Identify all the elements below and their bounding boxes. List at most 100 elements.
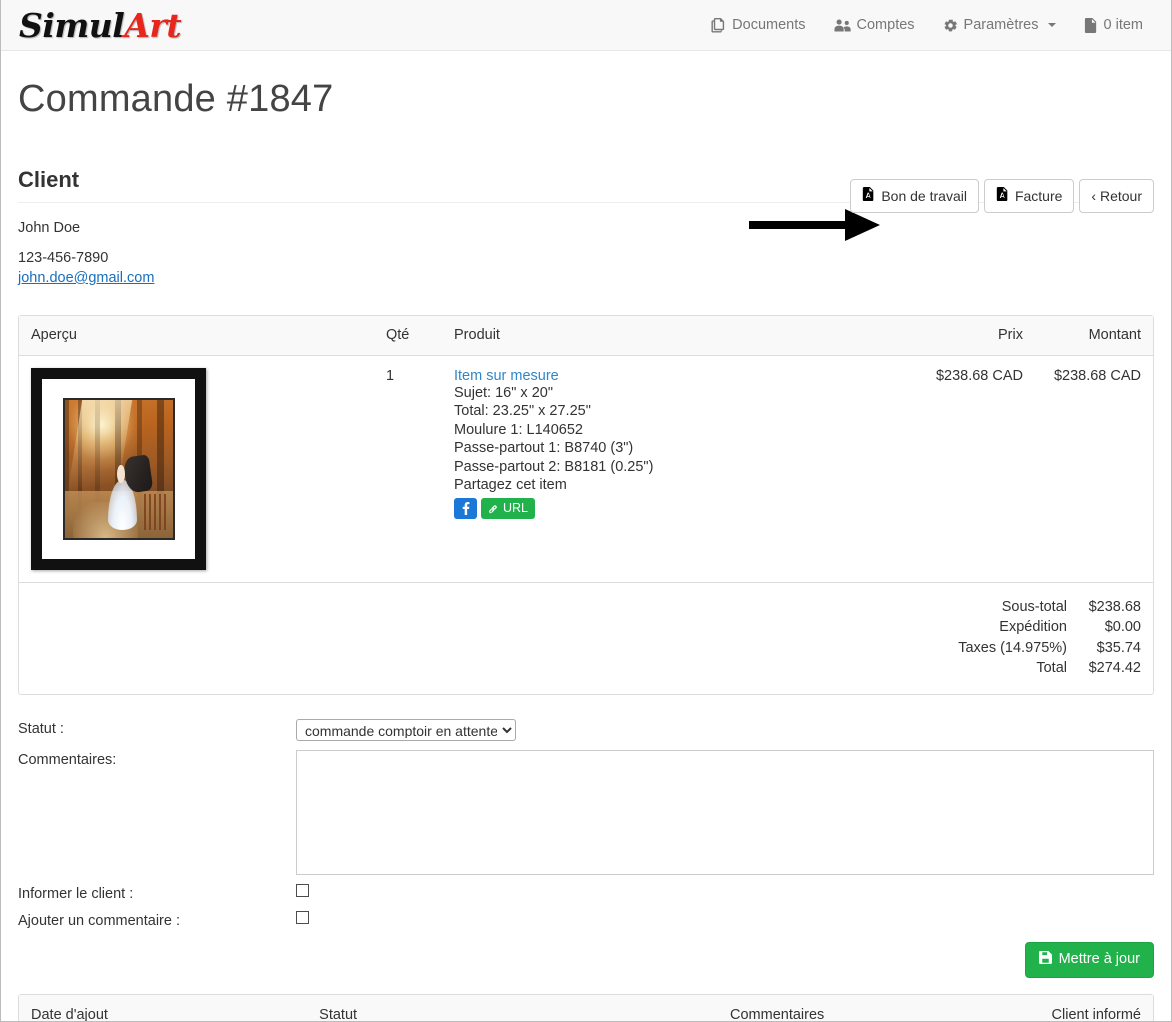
brand-logo-art: Art [124, 5, 182, 45]
item-detail-passepartout-1: Passe-partout 1: B8740 (3") [454, 440, 634, 457]
artwork-image [64, 399, 173, 538]
nav-item-documents-label: Documents [732, 17, 806, 33]
shipping-value: $0.00 [1104, 619, 1141, 636]
frame-mat [42, 378, 195, 559]
work-order-label: Bon de travail [881, 188, 967, 204]
taxes-value: $35.74 [1096, 639, 1141, 656]
ajouter-commentaire-label: Ajouter un commentaire : [18, 912, 180, 929]
status-history-table: Date d'ajout Statut Commentaires Client … [19, 995, 1153, 1021]
history-head: Date d'ajout Statut Commentaires Client … [19, 995, 1153, 1021]
navbar-menu: Documents Comptes Paramètres 0 item [697, 7, 1157, 43]
client-phone: 123-456-7890 [18, 249, 109, 266]
share-buttons: URL [454, 497, 898, 519]
statut-row: Statut : commande comptoir en attente [18, 718, 1154, 741]
header-date-ajout: Date d'ajout [19, 995, 308, 1021]
table-row: 1 Item sur mesure Sujet: 16" x 20" Total… [19, 355, 1153, 582]
nav-item-documents[interactable]: Documents [697, 7, 819, 43]
totals-row-subtotal: Sous-total $238.68 [958, 597, 1141, 618]
artwork-bench [144, 493, 169, 530]
share-url-label: URL [503, 501, 529, 516]
header-statut: Statut [307, 995, 719, 1021]
documents-icon [711, 17, 726, 33]
totals-row-shipping: Expédition $0.00 [958, 617, 1141, 638]
header-apercu: Aperçu [19, 315, 374, 356]
commentaires-label: Commentaires: [18, 751, 117, 768]
informer-client-checkbox[interactable] [296, 883, 309, 897]
frame-inner-mat [62, 397, 175, 540]
table-header-row: Date d'ajout Statut Commentaires Client … [19, 995, 1153, 1021]
status-form: Statut : commande comptoir en attente Co… [18, 718, 1154, 979]
work-order-button[interactable]: Bon de travail [850, 179, 979, 214]
client-name: John Doe [18, 219, 81, 236]
order-items-head: Aperçu Qté Produit Prix Montant [19, 315, 1153, 356]
nav-item-parametres-label: Paramètres [963, 17, 1039, 33]
header-produit: Produit [442, 315, 910, 356]
update-row: Mettre à jour [18, 941, 1154, 979]
share-item-label: Partagez cet item [454, 477, 567, 494]
ajouter-commentaire-checkbox[interactable] [296, 910, 309, 924]
order-items-body: 1 Item sur mesure Sujet: 16" x 20" Total… [19, 355, 1153, 582]
item-amount: $238.68 CAD [1053, 367, 1141, 384]
facebook-icon [462, 501, 469, 515]
nav-item-comptes[interactable]: Comptes [820, 7, 929, 43]
total-label: Total [1036, 660, 1067, 677]
file-icon [1084, 17, 1098, 33]
item-product-link[interactable]: Item sur mesure [454, 368, 898, 384]
back-button[interactable]: ‹ Retour [1079, 179, 1154, 214]
update-button-label: Mettre à jour [1058, 951, 1140, 968]
informer-client-row: Informer le client : [18, 883, 1154, 902]
back-label: ‹ Retour [1091, 188, 1142, 204]
gear-icon [943, 18, 958, 33]
order-items-panel: Aperçu Qté Produit Prix Montant 1 Item s… [18, 314, 1154, 695]
item-detail-sujet: Sujet: 16" x 20" [454, 384, 553, 401]
share-facebook-button[interactable] [454, 497, 477, 519]
totals-row-taxes: Taxes (14.975%) $35.74 [958, 638, 1141, 659]
save-icon [1038, 950, 1052, 969]
header-client-informe: Client informé [1039, 995, 1153, 1021]
header-montant: Montant [1035, 315, 1153, 356]
client-contact: 123-456-7890 john.doe@gmail.com [18, 248, 1154, 288]
ajouter-commentaire-row: Ajouter un commentaire : [18, 910, 1154, 929]
order-totals: Sous-total $238.68 Expédition $0.00 Taxe… [19, 581, 1153, 694]
comments-textarea[interactable] [296, 749, 1154, 875]
pdf-icon [996, 187, 1009, 205]
nav-item-cart-label: 0 item [1103, 17, 1144, 33]
brand-logo[interactable]: SimulArt [19, 5, 182, 45]
share-url-button[interactable]: URL [481, 497, 536, 519]
nav-item-cart[interactable]: 0 item [1070, 7, 1158, 43]
header-prix: Prix [910, 315, 1035, 356]
client-email-link[interactable]: john.doe@gmail.com [18, 270, 154, 286]
nav-item-parametres[interactable]: Paramètres [929, 7, 1070, 43]
invoice-button[interactable]: Facture [983, 179, 1075, 214]
informer-client-label: Informer le client : [18, 885, 134, 902]
top-navbar: SimulArt Documents Comptes Paramètres 0 … [1, 0, 1171, 51]
item-product-cell: Item sur mesure Sujet: 16" x 20" Total: … [442, 355, 910, 582]
artwork-bride [117, 464, 125, 483]
brand-logo-simul: Simul [19, 5, 125, 45]
order-totals-table: Sous-total $238.68 Expédition $0.00 Taxe… [958, 597, 1141, 679]
totals-row-total: Total $274.42 [958, 658, 1141, 679]
users-icon [834, 18, 851, 33]
commentaires-row: Commentaires: [18, 749, 1154, 875]
browser-viewport: SimulArt Documents Comptes Paramètres 0 … [0, 0, 1172, 1022]
chevron-down-icon [1047, 23, 1056, 27]
table-header-row: Aperçu Qté Produit Prix Montant [19, 315, 1153, 356]
link-icon [489, 505, 497, 514]
item-detail-total: Total: 23.25" x 27.25" [454, 403, 591, 420]
framed-artwork-preview[interactable] [31, 367, 206, 570]
update-button[interactable]: Mettre à jour [1024, 941, 1154, 979]
item-detail-passepartout-2: Passe-partout 2: B8181 (0.25") [454, 458, 654, 475]
page-content: Commande #1847 Bon de travail Facture ‹ … [1, 78, 1171, 1021]
taxes-label: Taxes (14.975%) [958, 639, 1067, 656]
invoice-label: Facture [1014, 188, 1063, 204]
subtotal-label: Sous-total [1001, 598, 1067, 615]
item-price: $238.68 CAD [935, 367, 1023, 384]
status-select[interactable]: commande comptoir en attente [296, 718, 516, 741]
item-preview-cell [19, 355, 374, 582]
item-qty: 1 [386, 367, 395, 384]
shipping-label: Expédition [999, 619, 1067, 636]
page-title: Commande #1847 [18, 78, 334, 120]
subtotal-value: $238.68 [1088, 598, 1141, 615]
header-qte: Qté [374, 315, 442, 356]
order-actions: Bon de travail Facture ‹ Retour [850, 179, 1154, 214]
